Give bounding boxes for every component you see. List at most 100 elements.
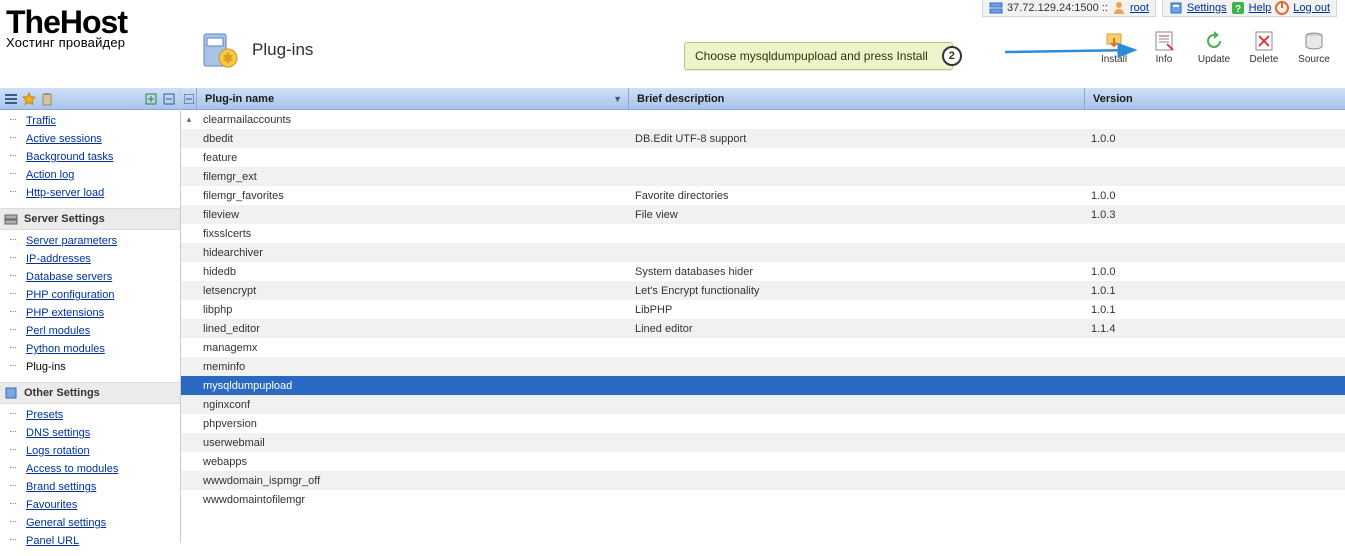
nav-item-python-modules[interactable]: Python modules (0, 340, 180, 358)
cell-desc: LibPHP (629, 304, 1085, 316)
source-button[interactable]: Source (1295, 30, 1333, 65)
col-desc-label: Brief description (637, 93, 724, 105)
sort-indicator-icon: ▼ (613, 94, 622, 104)
table-row[interactable]: mysqldumpupload (181, 376, 1345, 395)
nav-item-label: Favourites (26, 499, 77, 511)
nav-group-other-settings[interactable]: Other Settings (0, 382, 180, 404)
user-link[interactable]: root (1130, 2, 1149, 14)
server-info: 37.72.129.24:1500 :: root (982, 0, 1156, 17)
nav-item-http-server-load[interactable]: Http-server load (0, 184, 180, 202)
nav-item-label: Brand settings (26, 481, 96, 493)
logo-main: TheHost (6, 8, 186, 37)
top-links: Settings ? Help Log out (1162, 0, 1337, 17)
cell-desc: Lined editor (629, 323, 1085, 335)
nav-group-server-settings[interactable]: Server Settings (0, 208, 180, 230)
server-small-icon (989, 1, 1003, 15)
sidebar: TrafficActive sessions Background tasks Ac… (0, 88, 181, 543)
nav-item-server-parameters[interactable]: Server parameters (0, 232, 180, 250)
table-row[interactable]: filemgr_favoritesFavorite directories1.0… (181, 186, 1345, 205)
nav-item-php-configuration[interactable]: PHP configuration (0, 286, 180, 304)
nav-group-label: Server Settings (24, 213, 105, 225)
server-address: 37.72.129.24:1500 :: (1007, 2, 1108, 14)
nav-item-dns-settings[interactable]: DNS settings (0, 424, 180, 442)
install-button[interactable]: Install (1095, 30, 1133, 65)
nav-item-access-to-modules[interactable]: Access to modules (0, 460, 180, 478)
collapse-icon[interactable] (162, 92, 176, 106)
table-row[interactable]: nginxconf (181, 395, 1345, 414)
nav-item-general-settings[interactable]: General settings (0, 514, 180, 532)
col-name[interactable]: Plug-in name ▼ (197, 88, 629, 109)
nav-item-database-servers[interactable]: Database servers (0, 268, 180, 286)
logout-icon (1275, 1, 1289, 15)
expand-icon[interactable] (144, 92, 158, 106)
table-row[interactable]: ▴clearmailaccounts (181, 110, 1345, 129)
table-row[interactable]: meminfo (181, 357, 1345, 376)
delete-button[interactable]: Delete (1245, 30, 1283, 65)
table-row[interactable]: wwwdomain_ispmgr_off (181, 471, 1345, 490)
nav-item-background-tasks[interactable]: Background tasks (0, 148, 180, 166)
nav-item-active-sessions[interactable]: Active sessions (0, 130, 180, 148)
grid-body[interactable]: ▴clearmailaccountsdbeditDB.Edit UTF-8 su… (181, 110, 1345, 543)
nav-item-label: Presets (26, 409, 63, 421)
table-row[interactable]: letsencryptLet's Encrypt functionality1.… (181, 281, 1345, 300)
action-toolbar: Install Info Update Delete Source (1095, 30, 1333, 65)
nav-item-label: DNS settings (26, 427, 90, 439)
table-row[interactable]: libphpLibPHP1.0.1 (181, 300, 1345, 319)
cell-version: 1.0.1 (1085, 285, 1345, 297)
nav-item-logs-rotation[interactable]: Logs rotation (0, 442, 180, 460)
cell-name: hidearchiver (197, 247, 629, 259)
nav-item-php-extensions[interactable]: PHP extensions (0, 304, 180, 322)
nav-item-traffic[interactable]: Traffic (0, 112, 180, 130)
update-button[interactable]: Update (1195, 30, 1233, 65)
nav-item-label: Background tasks (26, 151, 113, 163)
table-row[interactable]: managemx (181, 338, 1345, 357)
col-desc[interactable]: Brief description (629, 88, 1085, 109)
nav-item-label: Access to modules (26, 463, 118, 475)
col-version[interactable]: Version (1085, 88, 1345, 109)
table-row[interactable]: fixsslcerts (181, 224, 1345, 243)
cell-name: libphp (197, 304, 629, 316)
info-button[interactable]: Info (1145, 30, 1183, 65)
table-row[interactable]: filemgr_ext (181, 167, 1345, 186)
nav-item-plug-ins[interactable]: Plug-ins (0, 358, 180, 376)
cell-name: userwebmail (197, 437, 629, 449)
table-row[interactable]: webapps (181, 452, 1345, 471)
table-row[interactable]: userwebmail (181, 433, 1345, 452)
nav-item-panel-url[interactable]: Panel URL (0, 532, 180, 550)
cell-name: lined_editor (197, 323, 629, 335)
nav-item-label: Python modules (26, 343, 105, 355)
table-row[interactable]: hidearchiver (181, 243, 1345, 262)
cell-name: fixsslcerts (197, 228, 629, 240)
table-row[interactable]: wwwdomaintofilemgr (181, 490, 1345, 509)
nav-item-favourites[interactable]: Favourites (0, 496, 180, 514)
cell-desc: Favorite directories (629, 190, 1085, 202)
nav-item-action-log[interactable]: Action log (0, 166, 180, 184)
table-row[interactable]: phpversion (181, 414, 1345, 433)
settings-link[interactable]: Settings (1187, 2, 1227, 14)
help-link[interactable]: Help (1249, 2, 1272, 14)
star-icon[interactable] (22, 92, 36, 106)
cell-name: phpversion (197, 418, 629, 430)
nav-item-perl-modules[interactable]: Perl modules (0, 322, 180, 340)
clipboard-icon[interactable] (40, 92, 54, 106)
nav-item-brand-settings[interactable]: Brand settings (0, 478, 180, 496)
cell-name: meminfo (197, 361, 629, 373)
grid-toggle-collapse[interactable] (181, 88, 197, 109)
table-row[interactable]: lined_editorLined editor1.1.4 (181, 319, 1345, 338)
cell-name: nginxconf (197, 399, 629, 411)
cell-name: letsencrypt (197, 285, 629, 297)
cell-name: mysqldumpupload (197, 380, 629, 392)
nav-item-ip-addresses[interactable]: IP-addresses (0, 250, 180, 268)
table-row[interactable]: fileviewFile view1.0.3 (181, 205, 1345, 224)
logout-link[interactable]: Log out (1293, 2, 1330, 14)
callout-install: Choose mysqldumpupload and press Install… (684, 42, 953, 70)
nav-item-label: IP-addresses (26, 253, 91, 265)
table-row[interactable]: feature (181, 148, 1345, 167)
other-icon (4, 386, 18, 400)
table-row[interactable]: dbeditDB.Edit UTF-8 support1.0.0 (181, 129, 1345, 148)
callout-install-text: Choose mysqldumpupload and press Install (695, 49, 928, 63)
table-row[interactable]: hidedbSystem databases hider1.0.0 (181, 262, 1345, 281)
sidebar-menu-icon[interactable] (4, 92, 18, 106)
info-label: Info (1156, 54, 1173, 65)
nav-item-presets[interactable]: Presets (0, 406, 180, 424)
